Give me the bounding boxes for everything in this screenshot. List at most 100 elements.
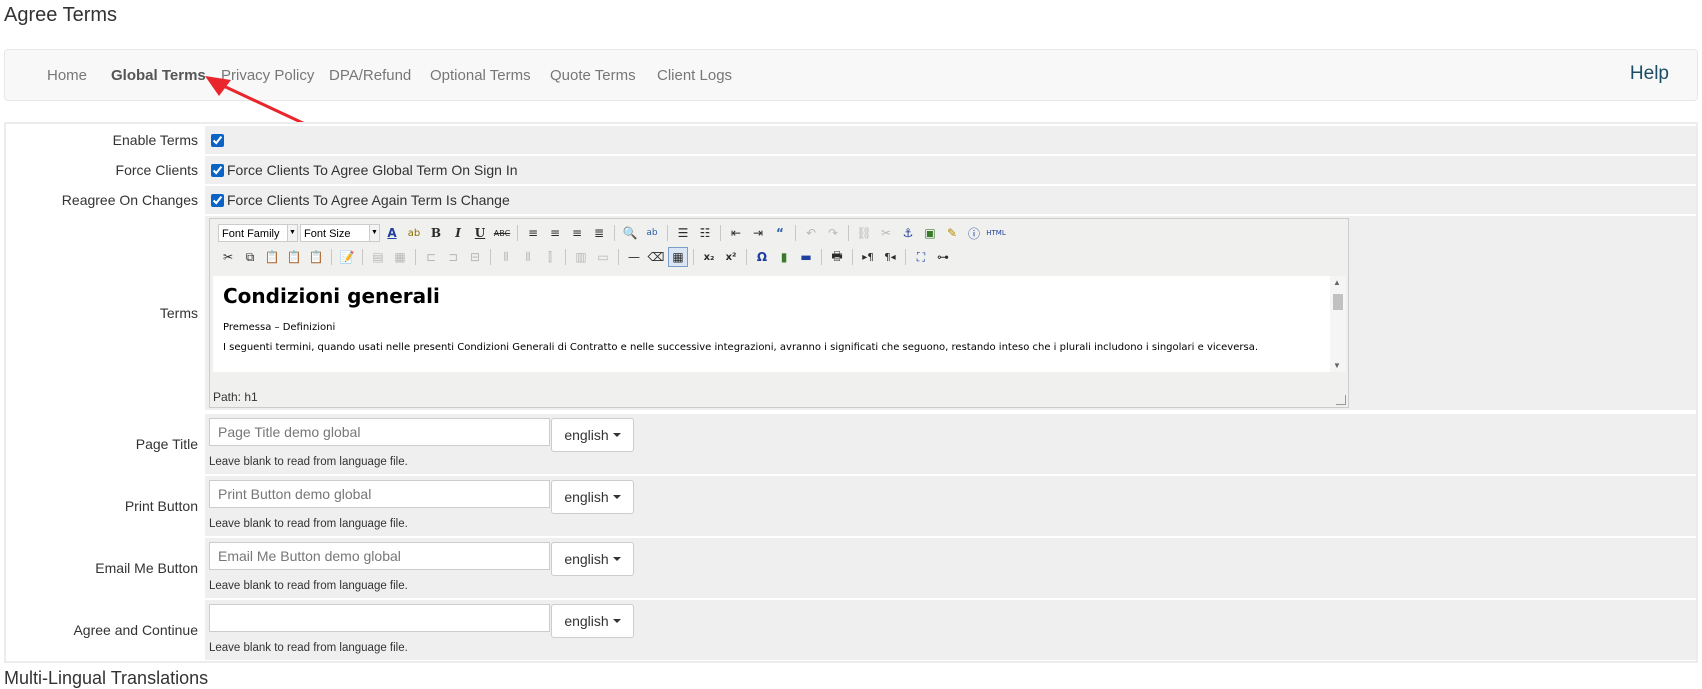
nav-home[interactable]: Home [47, 67, 87, 84]
caret-down-icon [612, 619, 621, 623]
font-color-icon[interactable]: A [382, 223, 402, 243]
delete-row-icon[interactable]: ⊟ [465, 247, 485, 267]
print-button-input[interactable] [209, 480, 550, 508]
language-value: english [564, 613, 609, 629]
insert-row-after-icon[interactable]: ⊐ [443, 247, 463, 267]
reagree-checkbox[interactable] [211, 194, 224, 207]
numbered-list-icon[interactable]: ☷ [695, 223, 715, 243]
print-button-language-dropdown[interactable]: english [551, 480, 634, 514]
replace-icon[interactable]: ab [642, 223, 662, 243]
horizontal-rule-icon[interactable]: — [624, 247, 644, 267]
cell-props-icon[interactable]: ▦ [390, 247, 410, 267]
force-clients-checkbox[interactable] [211, 164, 224, 177]
fullscreen-icon[interactable]: ⛶ [911, 247, 931, 267]
outdent-icon[interactable]: ⇤ [726, 223, 746, 243]
help-link[interactable]: Help [1630, 63, 1669, 85]
language-value: english [564, 551, 609, 567]
anchor-icon[interactable]: ⚓ [898, 223, 918, 243]
terms-form: Enable Terms Force Clients Force Clients… [4, 122, 1698, 663]
nav-global-terms[interactable]: Global Terms [111, 67, 206, 84]
blockquote-icon[interactable]: “ [770, 223, 790, 243]
undo-icon[interactable]: ↶ [801, 223, 821, 243]
html-source-icon[interactable]: HTML [986, 223, 1006, 243]
resize-grip-icon[interactable] [1336, 395, 1346, 405]
ltr-icon[interactable]: ▸¶ [858, 247, 878, 267]
rtl-icon[interactable]: ¶◂ [880, 247, 900, 267]
page-title-language-dropdown[interactable]: english [551, 418, 634, 452]
nav-quote-terms[interactable]: Quote Terms [550, 67, 636, 84]
editor-content-area[interactable]: Condizioni generali Premessa – Definizio… [213, 276, 1343, 372]
nav-dpa-refund[interactable]: DPA/Refund [329, 67, 411, 84]
agree-continue-input[interactable] [209, 604, 550, 632]
merge-cells-icon[interactable]: ▭ [593, 247, 613, 267]
annotation-arrow-icon [205, 76, 307, 126]
table-icon[interactable]: ▦ [668, 247, 688, 267]
unlink-icon[interactable]: ✂ [876, 223, 896, 243]
chevron-down-icon: ▼ [369, 225, 379, 241]
enable-terms-checkbox[interactable] [211, 134, 224, 147]
align-left-icon[interactable]: ≡ [523, 223, 543, 243]
redo-icon[interactable]: ↷ [823, 223, 843, 243]
advanced-hr-icon[interactable]: ▬ [796, 247, 816, 267]
delete-col-icon[interactable]: ⫿ [540, 247, 560, 267]
page-title: Agree Terms [4, 4, 118, 26]
reagree-label: Reagree On Changes [8, 186, 205, 214]
cleanup-icon[interactable]: ✎ [942, 223, 962, 243]
font-size-select[interactable]: Font Size ▼ [300, 224, 380, 242]
page-title-input[interactable] [209, 418, 550, 446]
strikethrough-icon[interactable]: ABC [492, 223, 512, 243]
scrollbar-thumb[interactable] [1333, 294, 1343, 310]
page-break-icon[interactable]: ⊶ [933, 247, 953, 267]
agree-continue-help: Leave blank to read from language file. [209, 642, 408, 654]
terms-rich-text-editor: Font Family ▼ Font Size ▼ A ab B I U ABC… [209, 218, 1349, 408]
highlight-color-icon[interactable]: ab [404, 223, 424, 243]
split-cells-icon[interactable]: ▥ [571, 247, 591, 267]
email-button-language-dropdown[interactable]: english [551, 542, 634, 576]
paste-text-icon[interactable]: 📋 [284, 247, 304, 267]
underline-icon[interactable]: U [470, 223, 490, 243]
row-props-icon[interactable]: ▤ [368, 247, 388, 267]
force-clients-text: Force Clients To Agree Global Term On Si… [227, 162, 518, 178]
indent-icon[interactable]: ⇥ [748, 223, 768, 243]
insert-col-before-icon[interactable]: ⫴ [496, 247, 516, 267]
editor-scrollbar[interactable]: ▲ ▼ [1330, 276, 1346, 372]
caret-down-icon [612, 433, 621, 437]
help-icon[interactable]: ⓘ [964, 223, 984, 243]
subscript-icon[interactable]: x₂ [699, 247, 719, 267]
agree-continue-language-dropdown[interactable]: english [551, 604, 634, 638]
nav-optional-terms[interactable]: Optional Terms [430, 67, 531, 84]
copy-icon[interactable]: ⧉ [240, 247, 260, 267]
scroll-up-icon[interactable]: ▲ [1333, 278, 1341, 287]
superscript-icon[interactable]: x² [721, 247, 741, 267]
email-button-help: Leave blank to read from language file. [209, 580, 408, 592]
row-agree-continue: Agree and Continue english Leave blank t… [8, 600, 1696, 660]
special-char-icon[interactable]: Ω [752, 247, 772, 267]
print-icon[interactable]: 🖶 [827, 247, 847, 267]
align-right-icon[interactable]: ≡ [567, 223, 587, 243]
row-print-button: Print Button english Leave blank to read… [8, 476, 1696, 536]
bullet-list-icon[interactable]: ☰ [673, 223, 693, 243]
paste-word-icon[interactable]: 📋 [306, 247, 326, 267]
language-value: english [564, 489, 609, 505]
paste-icon[interactable]: 📋 [262, 247, 282, 267]
link-icon[interactable]: ⛓ [854, 223, 874, 243]
media-icon[interactable]: ▮ [774, 247, 794, 267]
nav-client-logs[interactable]: Client Logs [657, 67, 732, 84]
find-icon[interactable]: 🔍 [620, 223, 640, 243]
italic-icon[interactable]: I [448, 223, 468, 243]
image-icon[interactable]: ▣ [920, 223, 940, 243]
font-family-select[interactable]: Font Family ▼ [218, 224, 298, 242]
caret-down-icon [612, 557, 621, 561]
align-center-icon[interactable]: ≡ [545, 223, 565, 243]
email-button-input[interactable] [209, 542, 550, 570]
cut-icon[interactable]: ✂ [218, 247, 238, 267]
email-button-label: Email Me Button [8, 538, 205, 598]
edit-css-icon[interactable]: 📝 [337, 247, 357, 267]
remove-format-icon[interactable]: ⌫ [646, 247, 666, 267]
insert-col-after-icon[interactable]: ⫴ [518, 247, 538, 267]
align-justify-icon[interactable]: ≣ [589, 223, 609, 243]
insert-row-before-icon[interactable]: ⊏ [421, 247, 441, 267]
scroll-down-icon[interactable]: ▼ [1333, 361, 1341, 370]
bold-icon[interactable]: B [426, 223, 446, 243]
language-value: english [564, 427, 609, 443]
